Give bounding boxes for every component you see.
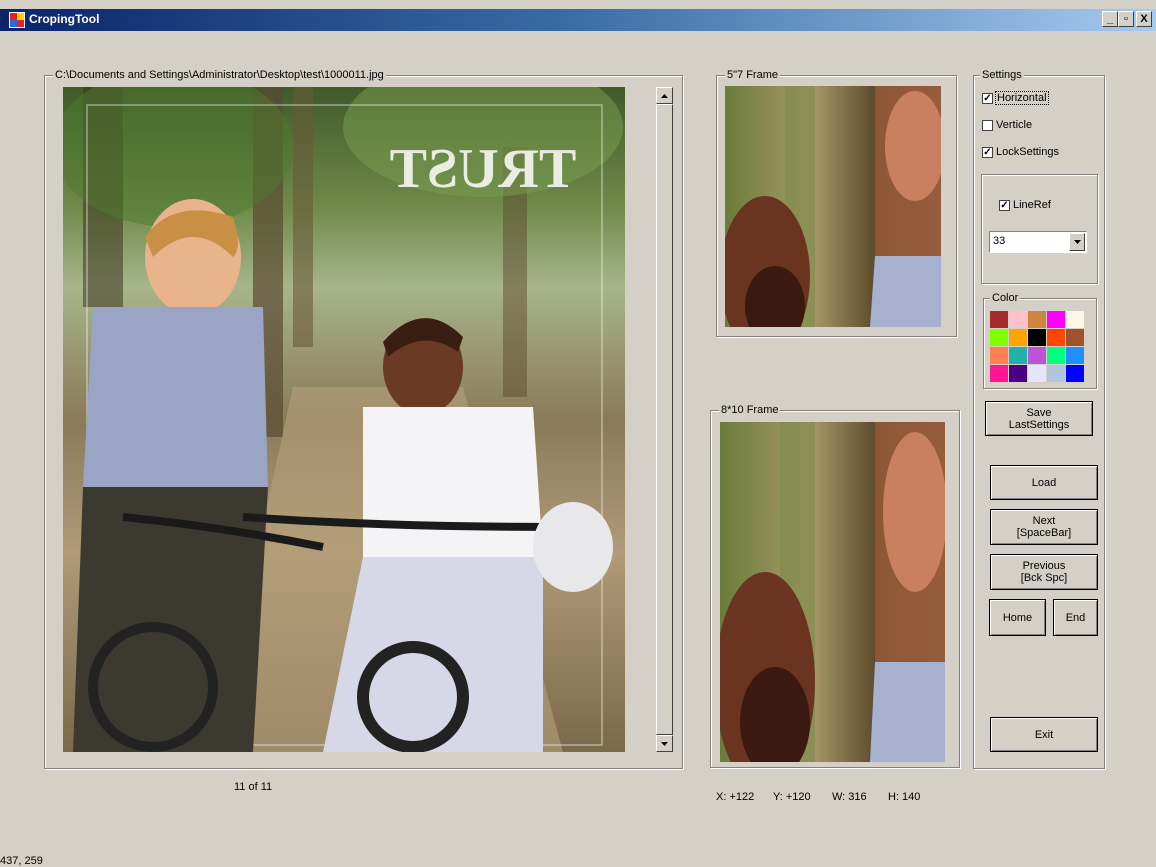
previous-button[interactable]: Previous [Bck Spc] <box>990 554 1098 590</box>
minimize-icon: _ <box>1106 13 1114 25</box>
color-swatch[interactable] <box>990 329 1008 346</box>
next-button[interactable]: Next [SpaceBar] <box>990 509 1098 545</box>
color-swatch[interactable] <box>1009 329 1027 346</box>
color-palette <box>990 311 1084 382</box>
color-swatch[interactable] <box>1028 365 1046 382</box>
photo-text: TRUST <box>390 138 577 200</box>
triangle-up-icon <box>661 93 668 98</box>
image-counter: 11 of 11 <box>234 781 273 793</box>
crop-w-value: W: 316 <box>832 791 867 803</box>
triangle-down-icon <box>661 741 668 746</box>
scroll-down-button[interactable] <box>656 735 673 752</box>
crop-y-value: Y: +120 <box>773 791 811 803</box>
color-swatch[interactable] <box>1028 347 1046 364</box>
color-swatch[interactable] <box>1009 311 1027 328</box>
color-swatch[interactable] <box>990 311 1008 328</box>
horizontal-checkbox[interactable]: ✓ Horizontal <box>982 91 1049 105</box>
chevron-down-icon <box>1073 240 1081 244</box>
line-ref-value: 33 <box>993 235 1006 247</box>
preview-5x7-illustration <box>725 86 941 327</box>
color-swatch[interactable] <box>1047 365 1065 382</box>
end-button[interactable]: End <box>1053 599 1098 636</box>
color-swatch[interactable] <box>1066 329 1084 346</box>
color-swatch[interactable] <box>990 347 1008 364</box>
checkmark-icon: ✓ <box>982 92 993 104</box>
save-last-settings-button[interactable]: Save LastSettings <box>985 401 1093 436</box>
color-swatch[interactable] <box>1066 347 1084 364</box>
photo-illustration: TRUST <box>63 87 623 752</box>
close-button[interactable]: X <box>1136 11 1152 27</box>
vertical-scrollbar[interactable] <box>656 87 673 752</box>
line-ref-dropdown[interactable]: 33 <box>989 231 1087 253</box>
title-bar: CropingTool _ ▫ X <box>0 9 1156 31</box>
unchecked-box-icon <box>982 119 993 131</box>
settings-label: Settings <box>980 69 1024 82</box>
color-swatch[interactable] <box>1047 329 1065 346</box>
crop-x-value: X: +122 <box>716 791 755 803</box>
cursor-coordinates: 437, 259 <box>0 855 43 867</box>
main-photo[interactable]: TRUST <box>63 87 625 752</box>
verticle-checkbox[interactable]: Verticle <box>982 119 1032 131</box>
home-button[interactable]: Home <box>989 599 1046 636</box>
app-icon <box>9 12 25 28</box>
color-swatch[interactable] <box>1047 311 1065 328</box>
frame-8x10-preview <box>720 422 945 762</box>
scroll-thumb[interactable] <box>656 104 673 735</box>
frame-5x7-preview <box>725 86 941 327</box>
exit-button[interactable]: Exit <box>990 717 1098 752</box>
frame-8x10-label: 8*10 Frame <box>719 404 781 417</box>
line-ref-checkbox[interactable]: ✓ LineRef <box>999 199 1051 211</box>
color-swatch[interactable] <box>1009 347 1027 364</box>
close-icon: X <box>1140 13 1148 25</box>
crop-h-value: H: 140 <box>888 791 921 803</box>
minimize-button[interactable]: _ <box>1102 11 1118 27</box>
load-button[interactable]: Load <box>990 465 1098 500</box>
checkmark-icon: ✓ <box>999 199 1010 211</box>
lock-settings-checkbox[interactable]: ✓ LockSettings <box>982 146 1059 158</box>
checkmark-icon: ✓ <box>982 146 993 158</box>
file-path-label: C:\Documents and Settings\Administrator\… <box>53 69 386 82</box>
frame-5x7-label: 5"7 Frame <box>725 69 780 82</box>
restore-button[interactable]: ▫ <box>1118 11 1134 27</box>
restore-icon: ▫ <box>1124 13 1128 25</box>
color-swatch[interactable] <box>1047 347 1065 364</box>
preview-8x10-illustration <box>720 422 945 762</box>
color-swatch[interactable] <box>990 365 1008 382</box>
color-swatch[interactable] <box>1066 311 1084 328</box>
scroll-up-button[interactable] <box>656 87 673 104</box>
color-swatch[interactable] <box>1066 365 1084 382</box>
dropdown-arrow-button[interactable] <box>1069 233 1085 251</box>
color-swatch[interactable] <box>1009 365 1027 382</box>
line-ref-group <box>981 174 1098 284</box>
color-swatch[interactable] <box>1028 311 1046 328</box>
window-title: CropingTool <box>29 12 100 26</box>
color-swatch[interactable] <box>1028 329 1046 346</box>
color-label: Color <box>990 292 1021 305</box>
